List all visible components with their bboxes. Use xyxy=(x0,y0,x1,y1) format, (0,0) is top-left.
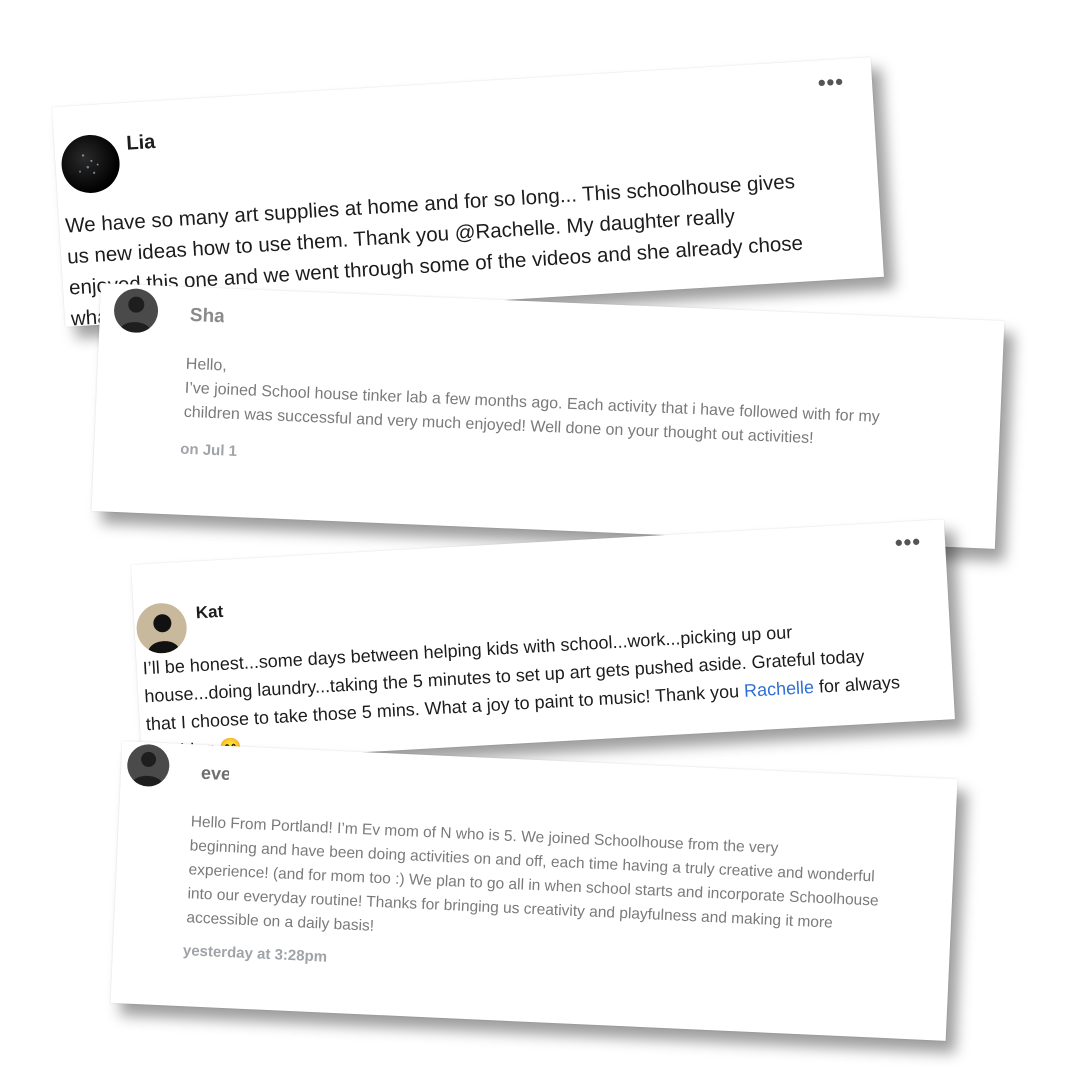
author-name[interactable]: Kat xyxy=(195,602,228,624)
comment-text: I’ll be honest...some days between helpi… xyxy=(142,610,947,766)
avatar[interactable] xyxy=(135,601,188,655)
comment-date[interactable]: yesterday at 3:28pm xyxy=(183,942,328,966)
author-name[interactable]: Lia xyxy=(126,130,167,155)
author-name[interactable]: Sha xyxy=(189,305,224,328)
mention-link[interactable]: Rachelle xyxy=(743,677,814,701)
avatar[interactable] xyxy=(113,287,159,334)
author-name[interactable]: eve xyxy=(201,763,230,785)
comment-card-eve: eve Hello From Portland! I’m Ev mom of N… xyxy=(110,741,958,1041)
starry-avatar-icon xyxy=(79,154,99,174)
comment-text-start: I’ll be honest...some days between helpi… xyxy=(142,622,865,735)
comment-card-kat: Kat ••• I’ll be honest...some days betwe… xyxy=(131,519,955,766)
default-user-icon xyxy=(131,751,164,788)
more-options-icon[interactable]: ••• xyxy=(817,69,845,96)
comment-date[interactable]: on Jul 1 xyxy=(180,441,237,460)
avatar[interactable] xyxy=(59,133,122,195)
profile-photo-icon xyxy=(135,601,188,655)
comment-text: Hello From Portland! I’m Ev mom of N who… xyxy=(186,813,879,935)
more-options-icon[interactable]: ••• xyxy=(894,529,921,555)
avatar[interactable] xyxy=(126,743,171,788)
default-user-icon xyxy=(119,296,152,334)
comment-card-sha: Sha Hello, I’ve joined School house tink… xyxy=(91,283,1005,549)
